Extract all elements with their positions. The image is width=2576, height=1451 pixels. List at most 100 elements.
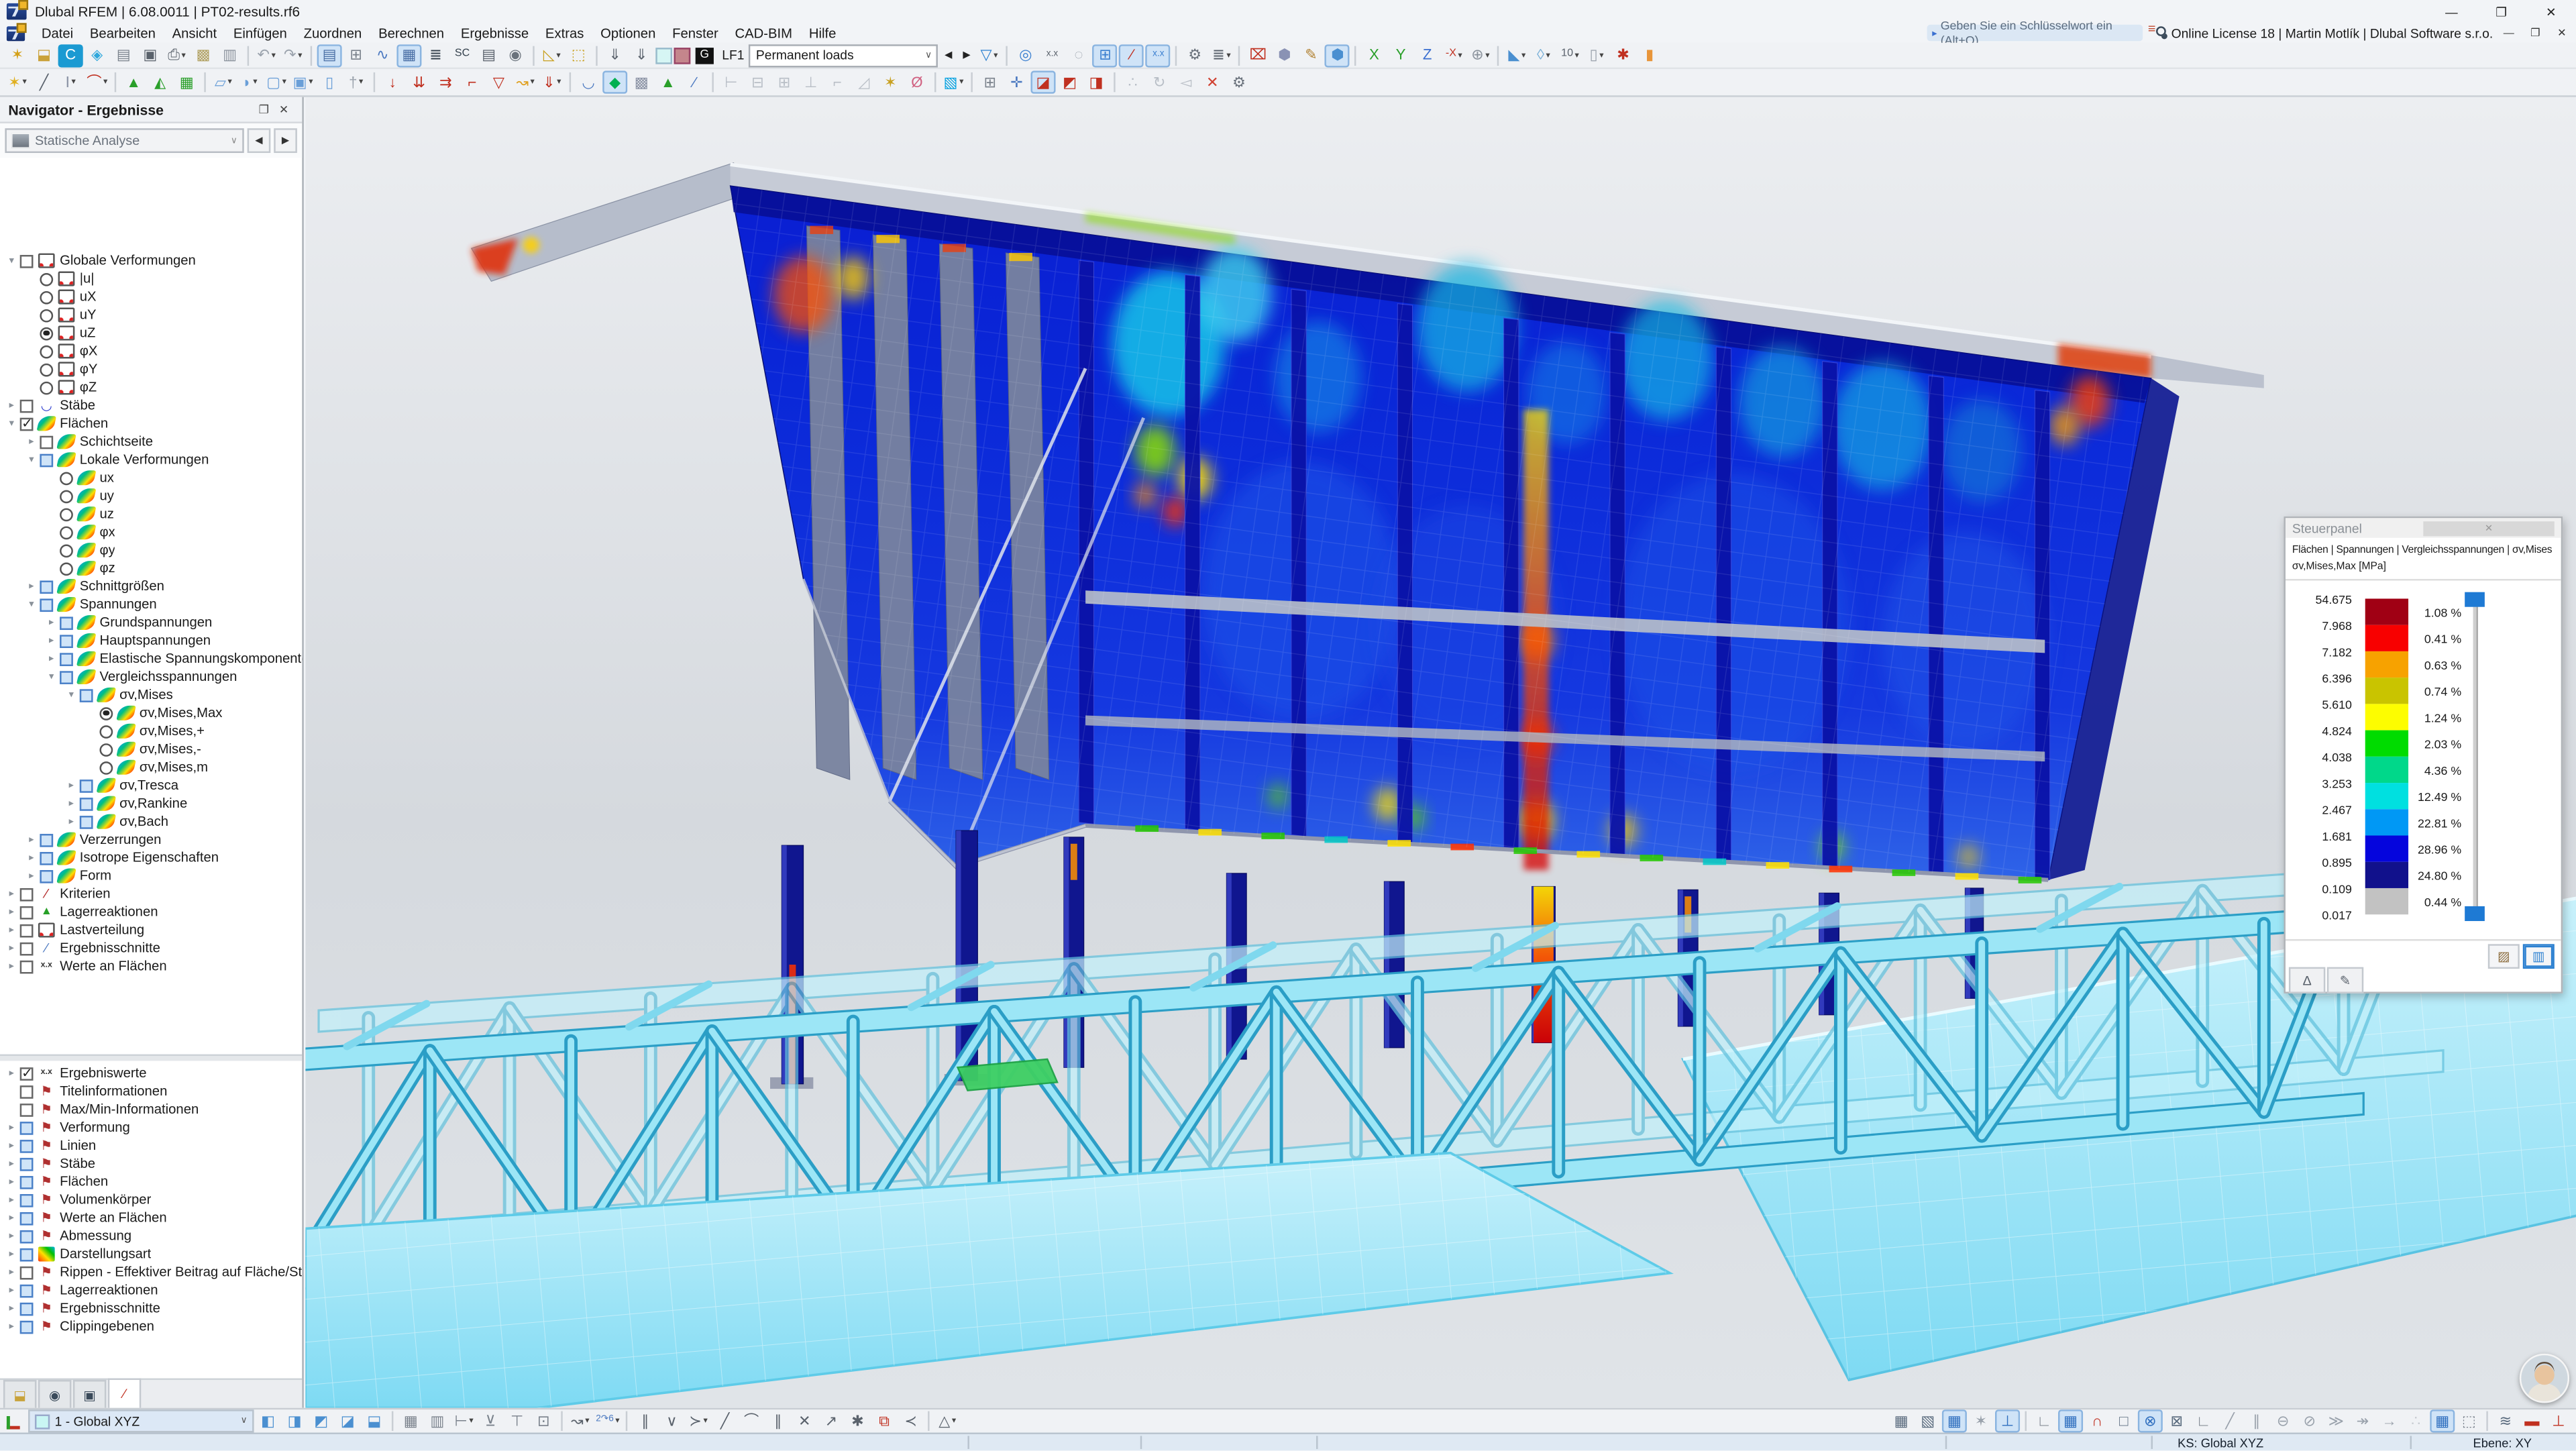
release-3-icon[interactable]: ⊞: [772, 70, 797, 93]
tree-item-darstellungsart[interactable]: ▸Darstellungsart: [0, 1245, 302, 1263]
radio-button[interactable]: [60, 525, 73, 539]
tree-item-hauptspannungen[interactable]: ▸Hauptspannungen: [0, 631, 302, 649]
tree-item-ux[interactable]: uX: [0, 288, 302, 306]
chevron-right-icon[interactable]: ▸: [3, 961, 20, 972]
checkbox[interactable]: [20, 254, 34, 268]
snap-parallel-icon[interactable]: ∥: [2244, 1409, 2269, 1432]
menu-berechnen[interactable]: Berechnen: [370, 25, 453, 40]
snap-cross-icon[interactable]: ⊗: [2138, 1409, 2163, 1432]
child-restore-button[interactable]: ❐: [2524, 24, 2546, 42]
search-input[interactable]: ▸ Geben Sie ein Schlüsselwort ein (Alt+Q…: [1927, 25, 2143, 42]
chevron-right-icon[interactable]: ▸: [63, 816, 80, 827]
snap-corner-icon[interactable]: ∟: [2191, 1409, 2216, 1432]
support-results-icon[interactable]: ▲: [655, 70, 680, 93]
tree-item-schnittgr-en[interactable]: ▸Schnittgrößen: [0, 578, 302, 596]
import-load-state-icon[interactable]: ⇓: [602, 44, 627, 66]
chevron-right-icon[interactable]: ▸: [3, 1158, 20, 1169]
chevron-right-icon[interactable]: ▸: [63, 798, 80, 809]
tree-item-v-tresca[interactable]: ▸σv,Tresca: [0, 776, 302, 794]
dimensions-icon[interactable]: 10▾: [1558, 44, 1582, 66]
view-y-icon[interactable]: Y: [1389, 44, 1413, 66]
child-minimize-button[interactable]: —: [2498, 24, 2520, 42]
release-1-icon[interactable]: ⊢: [718, 70, 743, 93]
sc-tables-icon[interactable]: SC: [450, 44, 475, 66]
work-plane-2-icon[interactable]: ◨: [282, 1409, 307, 1432]
insert-solid-icon[interactable]: ▣▾: [290, 70, 315, 93]
release-5-icon[interactable]: ⌐: [825, 70, 850, 93]
radio-button[interactable]: [99, 724, 113, 738]
star-dashed-icon[interactable]: ✶: [1968, 1409, 1993, 1432]
result-xx-icon[interactable]: x.x: [1146, 44, 1171, 66]
snap-dots-icon[interactable]: ∴: [2404, 1409, 2428, 1432]
redo-icon[interactable]: ↷▾: [280, 44, 305, 66]
tree-item-v-mises-max[interactable]: σv,Mises,Max: [0, 704, 302, 722]
tree-item-isotrope-eigenschaften[interactable]: ▸Isotrope Eigenschaften: [0, 849, 302, 867]
restore-button[interactable]: ❐: [2477, 0, 2526, 23]
orange-panel-icon[interactable]: ▮: [1638, 44, 1662, 66]
grid-a-icon[interactable]: ▦: [398, 1409, 423, 1432]
snap-box-icon[interactable]: ⊡: [531, 1409, 556, 1432]
save-icon[interactable]: ▣: [138, 44, 162, 66]
rotate-icon[interactable]: ↻: [1147, 70, 1172, 93]
checkbox[interactable]: [80, 779, 93, 792]
tree-item-kriterien[interactable]: ▸Kriterien: [0, 885, 302, 903]
chevron-right-icon[interactable]: ▸: [23, 870, 40, 881]
show-values-icon[interactable]: ◎: [1013, 44, 1038, 66]
checkbox[interactable]: [20, 1302, 34, 1315]
work-plane-xz-icon[interactable]: ◨: [1084, 70, 1109, 93]
tree-item-abmessung[interactable]: ▸Abmessung: [0, 1227, 302, 1245]
tree-item-verzerrungen[interactable]: ▸Verzerrungen: [0, 830, 302, 849]
chevron-right-icon[interactable]: ▸: [3, 1212, 20, 1224]
tree-item-linien[interactable]: ▸Linien: [0, 1136, 302, 1154]
grid-b-icon[interactable]: ▥: [425, 1409, 449, 1432]
tree-item-lagerreaktionen[interactable]: ▸Lagerreaktionen: [0, 1281, 302, 1299]
tree-item-v-mises[interactable]: ▾σv,Mises: [0, 686, 302, 704]
tree-item-lokale-verformungen[interactable]: ▾Lokale Verformungen: [0, 451, 302, 469]
insert-surface-icon[interactable]: ▱▾: [211, 70, 235, 93]
insert-needle-icon[interactable]: †▾: [343, 70, 368, 93]
tree-item-titelinformationen[interactable]: Titelinformationen: [0, 1082, 302, 1100]
radio-button[interactable]: [40, 290, 53, 304]
snap-pin-icon[interactable]: ⊤: [504, 1409, 529, 1432]
chevron-right-icon[interactable]: ▸: [3, 400, 20, 411]
delete-icon[interactable]: ✕: [1200, 70, 1225, 93]
renumber-icon[interactable]: 2↷6▾: [594, 1409, 621, 1432]
tree-item-ux[interactable]: ux: [0, 469, 302, 487]
work-plane-5-icon[interactable]: ⬓: [362, 1409, 386, 1432]
guide-poly-icon[interactable]: ⧉: [872, 1409, 897, 1432]
tab-faktoren[interactable]: ∆: [2289, 967, 2325, 993]
tree-item-v-rankine[interactable]: ▸σv,Rankine: [0, 794, 302, 812]
work-plane-xy-icon[interactable]: ◪: [1030, 70, 1055, 93]
surface-results-icon[interactable]: ◆: [602, 70, 627, 93]
chevron-right-icon[interactable]: ▸: [3, 906, 20, 918]
checkbox[interactable]: [40, 598, 53, 611]
tab-daten[interactable]: ⬓: [3, 1380, 36, 1408]
checkbox[interactable]: [20, 924, 34, 937]
close-icon[interactable]: ✕: [2423, 521, 2554, 535]
open-model-icon[interactable]: ⬓: [32, 44, 56, 66]
table-values-icon[interactable]: ⊞: [1093, 44, 1118, 66]
insert-polyline-icon[interactable]: ⌒▾: [85, 70, 109, 93]
close-button[interactable]: ✕: [2526, 0, 2576, 23]
select-objects-icon[interactable]: ◺▾: [539, 44, 564, 66]
snap-square-icon[interactable]: □: [2111, 1409, 2136, 1432]
edge-diagram-icon[interactable]: ◡: [576, 70, 601, 93]
chevron-right-icon[interactable]: ▸: [3, 1176, 20, 1187]
assistant-icon[interactable]: ◉: [503, 44, 528, 66]
print-icon[interactable]: ⎙▾: [164, 44, 189, 66]
color-scale-button[interactable]: ▥: [2523, 944, 2555, 969]
radio-button[interactable]: [60, 471, 73, 484]
chevron-right-icon[interactable]: ▸: [43, 616, 60, 628]
loadcase-combo[interactable]: Permanent loads ∨: [749, 44, 938, 66]
release-2-icon[interactable]: ⊟: [745, 70, 770, 93]
result-diagram-icon[interactable]: ∕: [1120, 44, 1144, 66]
chevron-right-icon[interactable]: ▸: [3, 1122, 20, 1133]
surface-support-icon[interactable]: ▦: [174, 70, 199, 93]
radio-button[interactable]: [40, 363, 53, 376]
snap-ellipse-icon[interactable]: ⊘: [2297, 1409, 2322, 1432]
undo-icon[interactable]: ↶▾: [254, 44, 279, 66]
tree-item-ergebnisschnitte[interactable]: ▸Ergebnisschnitte: [0, 1299, 302, 1318]
tab-ansichten[interactable]: ▣: [73, 1380, 106, 1408]
chevron-right-icon[interactable]: ▸: [23, 580, 40, 592]
radio-button[interactable]: [40, 309, 53, 322]
